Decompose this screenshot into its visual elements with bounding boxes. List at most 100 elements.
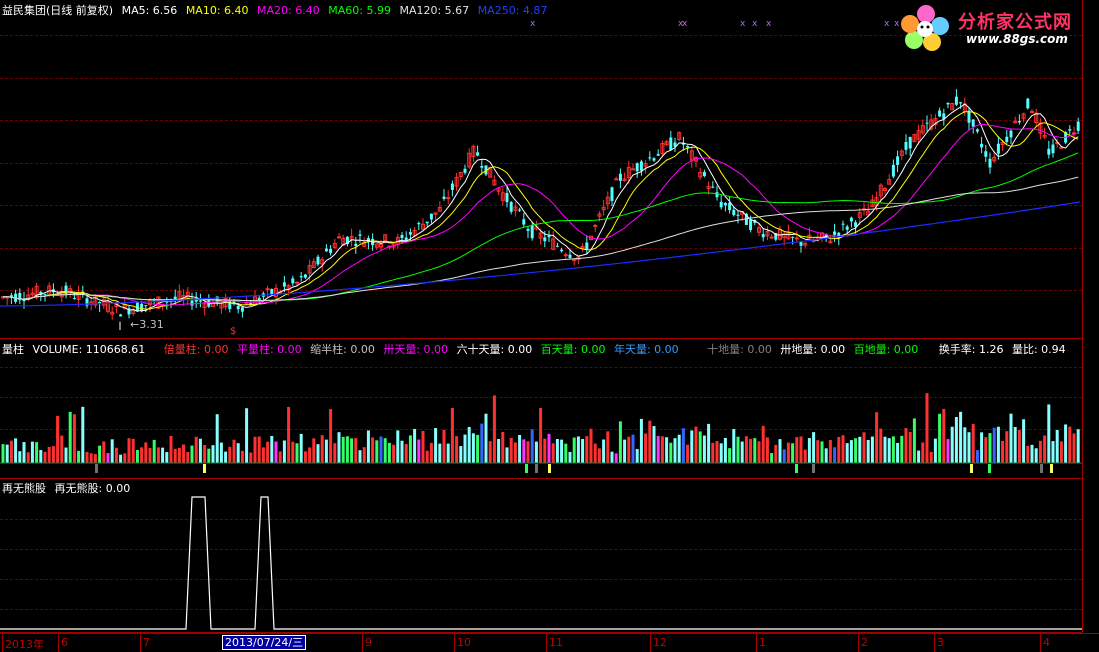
volume-bar [656,436,660,463]
candle-body [450,183,454,190]
volume-bar [165,452,169,463]
volume-bar [450,407,454,463]
volume-bar [85,451,89,463]
volume-bar [156,447,160,463]
volume-bar [72,414,76,463]
volume-bar [467,426,471,463]
candle-body [560,249,564,252]
volume-ratio-value: 量比: 0.94 [1011,343,1066,356]
volume-bar [627,436,631,463]
volume-bar [963,427,967,463]
volume-bar [723,437,727,463]
candle-body [72,298,76,300]
volume-bar [807,438,811,463]
tick-label: 3 [937,636,944,649]
volume-bar [350,438,354,463]
candle-body [769,236,774,239]
volume-bar [228,446,232,463]
volume-bar [295,443,299,463]
volume-bar [173,448,177,463]
volume-bar [925,393,929,463]
time-axis[interactable]: 2013年 6 7 9 10 11 12 1 2 3 4 2013/07/24/三 [0,633,1099,652]
volume-bar [119,454,123,463]
candle-body [354,243,358,247]
volume-bar [287,406,291,463]
candle-body [669,137,673,150]
volume-marker [95,464,98,473]
volume-value: VOLUME: 110668.61 [32,343,146,356]
volume-bar [320,435,324,463]
tick-label: 12 [653,636,667,649]
volume-bar [828,439,832,463]
candle-body [711,186,715,188]
volume-bar [988,433,992,463]
indicator-pane[interactable]: 再无熊股 再无熊股: 0.00 [0,479,1082,633]
candle-body [794,237,799,240]
volume-bar [1047,404,1051,463]
volume-bar [644,433,648,463]
volume-bar [484,413,488,463]
tick-label: 2013年 [5,638,44,651]
volume-bars[interactable] [0,339,1082,478]
volume-bar [459,446,463,463]
volume-bar [883,436,887,463]
tick-label: 10 [457,636,471,649]
volume-bar [719,443,723,463]
ma10-line [2,111,1079,310]
volume-bar [606,431,610,463]
volume-bar [446,443,450,463]
volume-pane[interactable]: 量柱 VOLUME: 110668.61 倍量柱: 0.00 平量柱: 0.00… [0,339,1082,479]
signal-x-mark: x [766,19,772,29]
volume-bar [14,438,18,463]
volume-bar [249,452,253,463]
volume-bar [413,428,417,463]
volume-bar [702,435,706,463]
candle-body [996,143,1000,154]
volume-bar [803,449,807,463]
indicator-header: 再无熊股 再无熊股: 0.00 [2,482,135,496]
candle-body [959,102,963,104]
candle-body [543,237,547,242]
candle-body [43,294,47,296]
volume-bar [152,439,156,463]
candle-body [1009,130,1013,138]
candle-body [1005,136,1009,142]
candle-body [144,305,148,307]
volume-bar [282,440,286,463]
logo-url: www.88gs.com [966,32,1068,46]
volume-bar [740,441,744,463]
volume-bar [1043,435,1047,463]
volume-bar [1068,426,1072,463]
volume-bar [169,436,173,463]
candle-body [585,242,589,250]
volume-bar [77,450,81,463]
low-price-label: ←3.31 [130,318,164,331]
volume-bar [224,451,228,463]
candle-body [1051,144,1055,154]
candle-body [282,282,286,287]
volume-bar [639,418,643,463]
candle-body [1076,121,1080,131]
indicator-value: 再无熊股: 0.00 [54,482,131,495]
indicator-line[interactable] [0,479,1082,632]
cursor-date: 2013/07/24/三 [222,635,307,650]
shidi-value: 十地量: 0.00 [707,343,772,356]
candle-body [568,254,572,258]
volume-bar [471,433,475,463]
candle-body [518,209,522,211]
volume-bar [816,440,820,463]
volume-bar [891,436,895,463]
volume-bar [123,453,127,463]
volume-bar [543,438,547,463]
volume-bar [387,442,391,463]
volume-bar [144,442,148,463]
candle-body [736,214,740,216]
candle-body [480,166,484,168]
volume-bar [623,439,627,463]
volume-bar [996,426,1000,463]
tick-line [58,634,59,652]
volume-bar [690,430,694,463]
candle-body [656,153,660,156]
volume-bar [215,414,219,463]
nian-value: 年天量: 0.00 [613,343,679,356]
